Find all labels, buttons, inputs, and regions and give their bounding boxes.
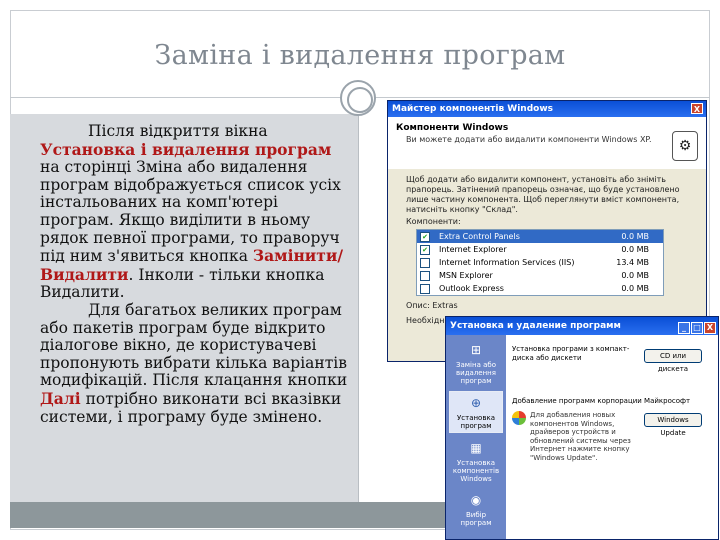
component-size: 0.0 MB	[621, 284, 649, 293]
component-size: 0.0 MB	[621, 232, 649, 241]
close-icon[interactable]: X	[704, 322, 716, 334]
checkbox-icon[interactable]: ✔	[420, 232, 430, 242]
checkbox-icon[interactable]	[420, 284, 430, 294]
components-list[interactable]: ✔ Extra Control Panels 0.0 MB ✔ Internet Exp…	[416, 229, 664, 296]
component-size: 13.4 MB	[616, 258, 649, 267]
arp-content: Установка програми з компакт-диска або д…	[506, 335, 718, 539]
sidebar-item[interactable]: ⊞ Заміна або видалення програм	[450, 339, 502, 387]
sidebar-item-label: Установка компонентів Windows	[452, 459, 500, 483]
checkbox-icon[interactable]: ✔	[420, 245, 430, 255]
sidebar-item-icon: ⊞	[470, 343, 482, 357]
windows-update-icon	[512, 411, 526, 425]
ring-ornament-icon	[340, 80, 376, 116]
component-name: Internet Explorer	[439, 245, 507, 254]
component-row[interactable]: MSN Explorer 0.0 MB	[417, 269, 663, 282]
sidebar-item[interactable]: ⊕ Установка програм	[449, 391, 503, 433]
components-list-label: Компоненти:	[406, 217, 461, 226]
component-size: 0.0 MB	[621, 245, 649, 254]
sidebar-item-icon: ◉	[470, 493, 482, 507]
sidebar-item[interactable]: ◉ Вибір програм	[450, 489, 502, 529]
checkbox-icon[interactable]	[420, 271, 430, 281]
arp-title: Установка и удаление программ	[450, 321, 621, 331]
text-run: Після відкриття вікна	[88, 122, 268, 140]
cd-or-floppy-button[interactable]: CD или дискета	[644, 349, 702, 373]
minimize-icon[interactable]: _	[678, 322, 690, 334]
sidebar-item[interactable]: ▦ Установка компонентів Windows	[450, 437, 502, 485]
highlight-next: Далі	[40, 388, 81, 408]
component-name: Internet Information Services (IIS)	[439, 258, 575, 267]
checkbox-icon[interactable]	[420, 258, 430, 268]
windows-components-icon: ⚙	[672, 131, 698, 161]
wizard-title: Майстер компонентів Windows	[392, 104, 554, 114]
cd-install-text: Установка програми з компакт-диска або д…	[512, 345, 630, 362]
windows-update-button[interactable]: Windows Update	[644, 413, 702, 437]
wizard-titlebar: Майстер компонентів Windows X	[388, 101, 706, 117]
sidebar-item-icon: ⊕	[470, 396, 482, 410]
component-row[interactable]: Internet Information Services (IIS) 13.4 …	[417, 256, 663, 269]
slide-title: Заміна і видалення програм	[154, 40, 566, 71]
slide-body-text: Після відкриття вікна Установка і видале…	[40, 122, 352, 426]
wizard-header: Компоненти Windows Ви можете додати або …	[388, 117, 706, 169]
component-name: Extra Control Panels	[439, 232, 520, 241]
paragraph-2: Для багатьох великих програм або пакетів…	[40, 300, 352, 426]
add-remove-programs-window: Установка и удаление программ _ □ X ⊞ Замін…	[445, 316, 719, 540]
component-row[interactable]: ✔ Internet Explorer 0.0 MB	[417, 243, 663, 256]
component-row[interactable]: Outlook Express 0.0 MB	[417, 282, 663, 295]
arp-sidebar: ⊞ Заміна або видалення програм ⊕ Установка …	[446, 335, 506, 539]
highlight-install-remove: Установка і видалення програм	[40, 139, 332, 159]
ms-programs-text: Для добавления новых компонентов Windows…	[530, 411, 631, 462]
text-run: потрібно виконати всі вказівки системи, …	[40, 389, 342, 426]
paragraph-1: Після відкриття вікна Установка і видале…	[40, 122, 352, 302]
component-name: Outlook Express	[439, 284, 504, 293]
close-icon[interactable]: X	[691, 103, 703, 114]
component-size: 0.0 MB	[621, 271, 649, 280]
wizard-heading: Компоненти Windows	[396, 123, 509, 133]
sidebar-item-label: Заміна або видалення програм	[456, 361, 496, 385]
text-run: Для багатьох великих програм або пакетів…	[40, 300, 348, 390]
component-row[interactable]: ✔ Extra Control Panels 0.0 MB	[417, 230, 663, 243]
ms-programs-heading: Добавление программ корпорации Майкрософ…	[512, 397, 691, 405]
wizard-subheading: Ви можете додати або видалити компоненти…	[406, 135, 652, 144]
sidebar-item-label: Вибір програм	[460, 511, 492, 527]
component-description: Опис: Extras	[406, 301, 458, 310]
panel-divider	[358, 114, 359, 502]
arp-titlebar: Установка и удаление программ _ □ X	[446, 317, 718, 335]
cd-install-section: Установка програми з компакт-диска або д…	[512, 345, 637, 362]
wizard-description: Щоб додати або видалити компонент, устан…	[406, 175, 680, 214]
maximize-icon[interactable]: □	[691, 322, 703, 334]
sidebar-item-label: Установка програм	[457, 414, 495, 430]
component-name: MSN Explorer	[439, 271, 493, 280]
sidebar-item-icon: ▦	[470, 441, 482, 455]
